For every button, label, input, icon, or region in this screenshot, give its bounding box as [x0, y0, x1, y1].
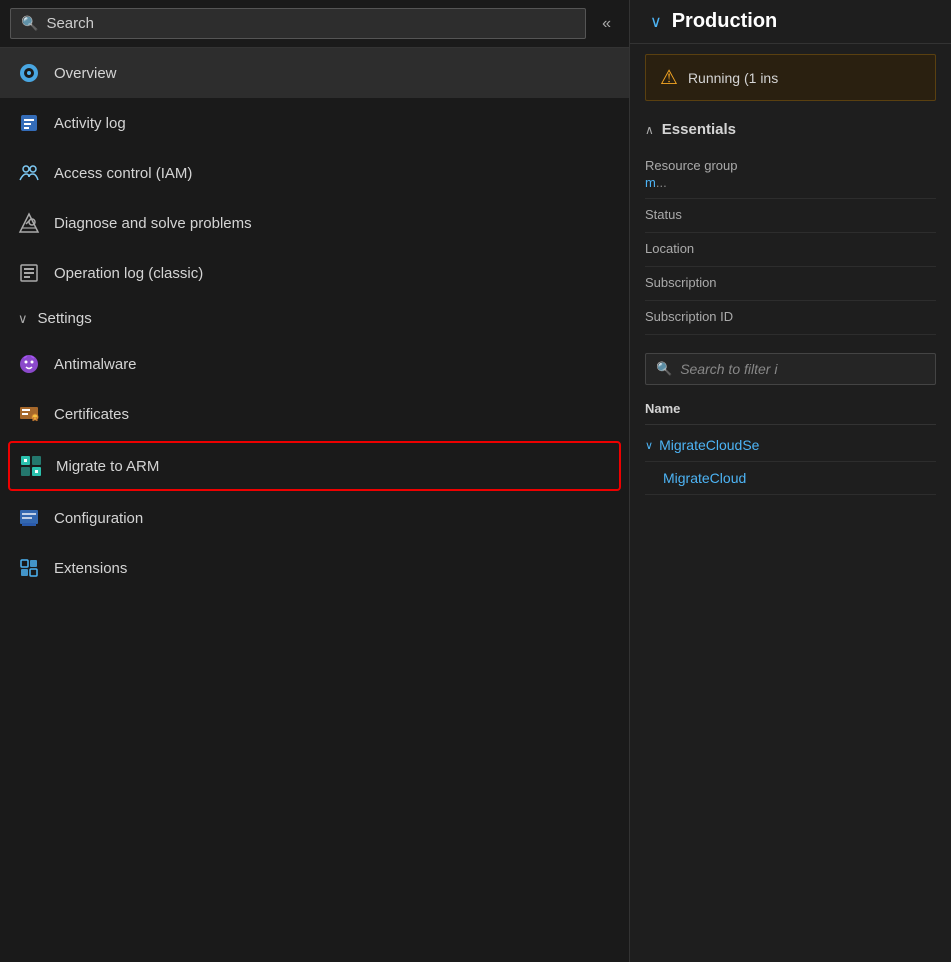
collapse-button[interactable]: «: [594, 11, 619, 37]
search-filter-icon: 🔍: [656, 361, 672, 377]
essentials-section: ∧ Essentials Resource group m... Status …: [630, 111, 951, 345]
migrate-to-arm-icon: [20, 455, 42, 477]
diagnose-icon: [18, 212, 40, 234]
name-column-header: Name: [645, 393, 936, 425]
settings-chevron-icon: ∨: [18, 311, 28, 327]
sidebar-item-label-operation-log: Operation log (classic): [54, 265, 203, 282]
nav-items-container: Overview Activity log: [0, 48, 629, 962]
operation-log-icon: [18, 262, 40, 284]
name-row-2: MigrateCloud: [645, 462, 936, 495]
sidebar-item-label-activity-log: Activity log: [54, 115, 126, 132]
essentials-key-status: Status: [645, 207, 936, 222]
search-filter-placeholder: Search to filter i: [680, 361, 777, 377]
configuration-icon: [18, 507, 40, 529]
sidebar-item-operation-log[interactable]: Operation log (classic): [0, 248, 629, 298]
sidebar-item-configuration[interactable]: Configuration: [0, 493, 629, 543]
sidebar-item-activity-log[interactable]: Activity log: [0, 98, 629, 148]
name-row-1: ∨ MigrateCloudSe: [645, 429, 936, 462]
essentials-status: Status: [645, 199, 936, 233]
sidebar-item-label-configuration: Configuration: [54, 510, 143, 527]
sidebar-item-label-access-control: Access control (IAM): [54, 165, 192, 182]
sidebar-item-antimalware[interactable]: Antimalware: [0, 339, 629, 389]
search-input-label: Search: [46, 15, 94, 32]
essentials-key-subscription-id: Subscription ID: [645, 309, 936, 324]
certificates-icon: [18, 403, 40, 425]
sidebar-item-label-extensions: Extensions: [54, 560, 127, 577]
sidebar-item-diagnose[interactable]: Diagnose and solve problems: [0, 198, 629, 248]
search-bar: 🔍 Search «: [0, 0, 629, 48]
sidebar-item-label-certificates: Certificates: [54, 406, 129, 423]
right-panel: ∨ Production ⚠ Running (1 ins ∧ Essentia…: [630, 0, 951, 962]
production-chevron-down-icon: ∨: [650, 12, 662, 32]
extensions-icon: [18, 557, 40, 579]
sidebar-item-extensions[interactable]: Extensions: [0, 543, 629, 593]
search-input-container[interactable]: 🔍 Search: [10, 8, 586, 39]
warning-icon: ⚠: [660, 65, 678, 90]
essentials-subscription: Subscription: [645, 267, 936, 301]
overview-icon: [18, 62, 40, 84]
search-filter-bar[interactable]: 🔍 Search to filter i: [645, 353, 936, 385]
essentials-title: Essentials: [662, 121, 736, 138]
access-control-icon: [18, 162, 40, 184]
sidebar-item-label-migrate-to-arm: Migrate to ARM: [56, 458, 159, 475]
essentials-value-resource-group[interactable]: m...: [645, 175, 936, 190]
essentials-location: Location: [645, 233, 936, 267]
name-section: Name ∨ MigrateCloudSe MigrateCloud: [630, 393, 951, 495]
sidebar-item-overview[interactable]: Overview: [0, 48, 629, 98]
search-icon: 🔍: [21, 15, 38, 32]
name-link-1[interactable]: MigrateCloudSe: [659, 437, 759, 453]
name-link-2[interactable]: MigrateCloud: [663, 470, 746, 486]
essentials-key-subscription: Subscription: [645, 275, 936, 290]
right-panel-header: ∨ Production: [630, 0, 951, 44]
sidebar-item-access-control[interactable]: Access control (IAM): [0, 148, 629, 198]
status-text: Running (1 ins: [688, 70, 778, 86]
essentials-key-location: Location: [645, 241, 936, 256]
settings-section-label: Settings: [38, 310, 92, 327]
essentials-chevron-icon: ∧: [645, 123, 654, 137]
antimalware-icon: [18, 353, 40, 375]
settings-section-header[interactable]: ∨ Settings: [0, 298, 629, 339]
status-banner: ⚠ Running (1 ins: [645, 54, 936, 101]
row-chevron-icon: ∨: [645, 439, 653, 452]
sidebar-item-certificates[interactable]: Certificates: [0, 389, 629, 439]
activity-log-icon: [18, 112, 40, 134]
essentials-subscription-id: Subscription ID: [645, 301, 936, 335]
sidebar-item-migrate-to-arm[interactable]: Migrate to ARM: [8, 441, 621, 491]
sidebar: 🔍 Search « Overview: [0, 0, 630, 962]
sidebar-item-label-diagnose: Diagnose and solve problems: [54, 215, 252, 232]
sidebar-item-label-antimalware: Antimalware: [54, 356, 137, 373]
sidebar-item-label-overview: Overview: [54, 65, 117, 82]
production-title: Production: [672, 10, 778, 33]
essentials-header[interactable]: ∧ Essentials: [645, 121, 936, 138]
essentials-key-resource-group: Resource group: [645, 158, 936, 173]
essentials-resource-group: Resource group m...: [645, 150, 936, 199]
